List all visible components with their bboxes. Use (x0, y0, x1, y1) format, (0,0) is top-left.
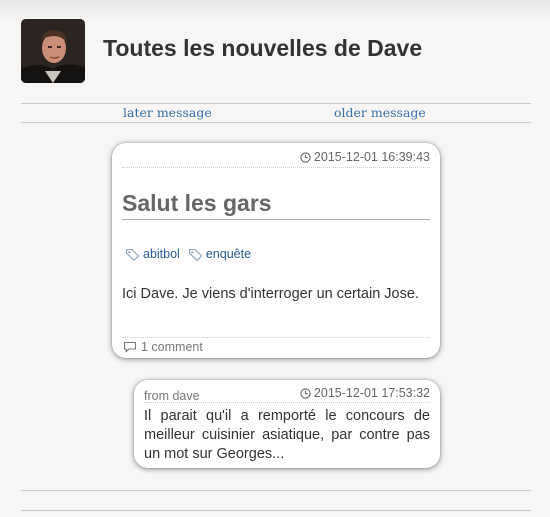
tag-label: abitbol (143, 247, 180, 261)
post-title: Salut les gars (122, 190, 430, 220)
tag-icon (125, 248, 140, 261)
clock-icon (300, 151, 311, 163)
page-title: Toutes les nouvelles de Dave (103, 35, 423, 61)
post-date-text: 2015-12-01 16:39:43 (313, 150, 430, 164)
post-card: 2015-12-01 16:39:43 Salut les gars abitb… (112, 143, 440, 358)
comment-date-text: 2015-12-01 17:53:32 (313, 386, 430, 400)
message-pager: later message older message (21, 103, 531, 123)
later-message-link[interactable]: later message (123, 105, 212, 120)
tag-list: abitbol enquête (125, 247, 251, 261)
divider (144, 402, 430, 403)
avatar[interactable] (21, 19, 85, 83)
divider (122, 167, 430, 168)
page-header: Toutes les nouvelles de Dave (21, 19, 541, 83)
post-body: Ici Dave. Je viens d'interroger un certa… (122, 286, 419, 302)
footer-divider (21, 510, 531, 511)
tag-link[interactable]: abitbol (125, 247, 180, 261)
tag-icon (188, 248, 203, 261)
comment-body: Il parait qu'il a remporté le concours d… (144, 408, 430, 462)
speech-bubble-icon (123, 341, 137, 353)
comments-count: 1 comment (141, 340, 203, 354)
tag-label: enquête (205, 247, 252, 261)
comment-card: from dave 2015-12-01 17:53:32 Il parait … (134, 380, 440, 468)
older-message-link[interactable]: older message (334, 105, 426, 120)
comments-link[interactable]: 1 comment (123, 340, 203, 354)
divider (122, 337, 430, 338)
clock-icon (300, 387, 311, 399)
footer-divider (21, 490, 531, 491)
tag-link[interactable]: enquête (188, 247, 251, 261)
comment-author: from dave (144, 389, 200, 403)
comment-date: 2015-12-01 17:53:32 (300, 386, 430, 400)
post-date: 2015-12-01 16:39:43 (300, 150, 430, 164)
